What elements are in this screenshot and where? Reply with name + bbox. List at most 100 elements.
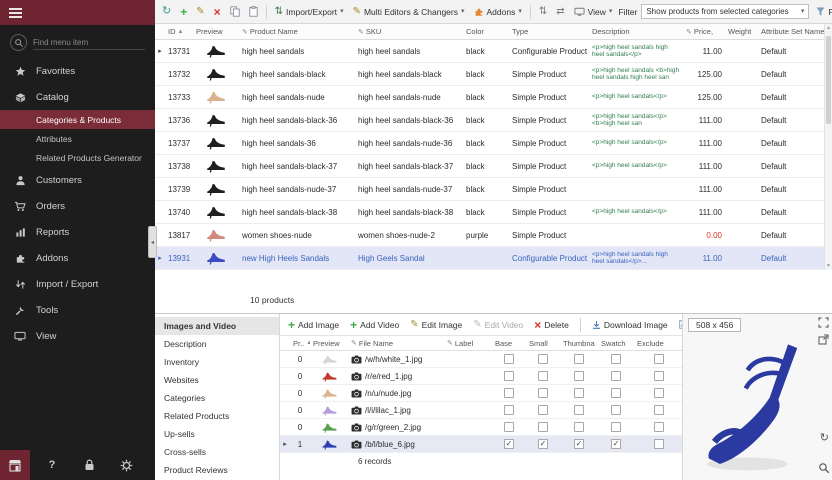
- column-header-product-name[interactable]: ✎Product Name: [239, 27, 355, 36]
- tab-up-sells[interactable]: Up-sells: [155, 425, 279, 443]
- menu-search-input[interactable]: [33, 36, 145, 50]
- tab-related-products[interactable]: Related Products: [155, 407, 279, 425]
- checkbox-thumbnail[interactable]: [574, 422, 584, 432]
- scrollbar-thumb[interactable]: [826, 36, 831, 124]
- checkbox-swatch[interactable]: ✓: [611, 439, 621, 449]
- lock-button[interactable]: [74, 450, 104, 480]
- product-row[interactable]: 13737high heel sandals-36high heel sanda…: [155, 132, 832, 155]
- checkbox-swatch[interactable]: [611, 354, 621, 364]
- copy-button[interactable]: [227, 4, 243, 19]
- checkbox-thumbnail[interactable]: [574, 405, 584, 415]
- product-row[interactable]: 13817women shoes-nudewomen shoes-nude-2p…: [155, 224, 832, 247]
- filters-button[interactable]: Filters ▾: [813, 5, 832, 19]
- category-filter-select[interactable]: Show products from selected categories ▾: [641, 4, 809, 19]
- import-export-menu[interactable]: ⇅ Import/Export ▾: [272, 5, 347, 19]
- product-row[interactable]: 13740high heel sandals-black-38high heel…: [155, 201, 832, 224]
- image-row[interactable]: 0/n/u/nude.jpg: [280, 385, 682, 402]
- edit-video-button[interactable]: ✎Edit Video: [471, 319, 525, 331]
- paste-button[interactable]: [246, 4, 261, 19]
- sidebar-item-related-products-generator[interactable]: Related Products Generator: [0, 148, 155, 167]
- column-header-weight[interactable]: Weight: [725, 27, 758, 36]
- checkbox-base[interactable]: [504, 405, 514, 415]
- checkbox-exclude[interactable]: [654, 354, 664, 364]
- tab-description[interactable]: Description: [155, 335, 279, 353]
- checkbox-thumbnail[interactable]: [574, 354, 584, 364]
- sidebar-item-catalog[interactable]: Catalog: [0, 84, 155, 110]
- tab-images-and-video[interactable]: Images and Video: [155, 317, 279, 335]
- product-row[interactable]: ▸13931new High Heels SandalsHigh Geels S…: [155, 247, 832, 270]
- column-header-base[interactable]: Base: [492, 339, 526, 348]
- sidebar-item-addons[interactable]: Addons: [0, 245, 155, 271]
- checkbox-small[interactable]: ✓: [538, 439, 548, 449]
- column-header-attribute-set-name[interactable]: Attribute Set Name: [758, 27, 824, 36]
- product-image-preview[interactable]: [689, 336, 818, 476]
- add-image-button[interactable]: +Add Image: [286, 318, 341, 332]
- image-row[interactable]: 0/l/i/lilac_1.jpg: [280, 402, 682, 419]
- checkbox-base[interactable]: [504, 354, 514, 364]
- column-header-exclude[interactable]: Exclude: [634, 339, 683, 348]
- add-video-button[interactable]: +Add Video: [348, 318, 401, 332]
- vertical-scrollbar[interactable]: ▲ ▼: [824, 24, 832, 270]
- column-header-sku[interactable]: ✎SKU: [355, 27, 463, 36]
- sidebar-item-view[interactable]: View: [0, 323, 155, 349]
- sidebar-item-tools[interactable]: Tools: [0, 297, 155, 323]
- sidebar-collapse-handle[interactable]: ◂: [148, 226, 157, 258]
- product-row[interactable]: 13736high heel sandals-black-36high heel…: [155, 109, 832, 132]
- checkbox-small[interactable]: [538, 371, 548, 381]
- checkbox-base[interactable]: [504, 422, 514, 432]
- refresh-button[interactable]: ↻: [159, 4, 174, 19]
- view-menu[interactable]: View ▾: [571, 5, 616, 19]
- sidebar-item-customers[interactable]: Customers: [0, 167, 155, 193]
- checkbox-exclude[interactable]: [654, 422, 664, 432]
- edit-product-button[interactable]: ✎: [193, 5, 207, 19]
- column-header-file-name[interactable]: ✎File Name: [348, 339, 444, 348]
- sidebar-item-reports[interactable]: Reports: [0, 219, 155, 245]
- set-resize-rule-button[interactable]: Set Resize Rule ▾: [677, 319, 682, 331]
- store-button[interactable]: [0, 450, 30, 480]
- tab-product-reviews[interactable]: Product Reviews: [155, 461, 279, 479]
- hamburger-menu-icon[interactable]: [9, 8, 22, 18]
- columns-button[interactable]: ⇄: [553, 5, 567, 19]
- checkbox-small[interactable]: [538, 354, 548, 364]
- delete-product-button[interactable]: ×: [211, 4, 224, 20]
- checkbox-swatch[interactable]: [611, 405, 621, 415]
- product-row[interactable]: 13732high heel sandals-blackhigh heel sa…: [155, 63, 832, 86]
- checkbox-thumbnail[interactable]: [574, 371, 584, 381]
- sidebar-item-favorites[interactable]: Favorites: [0, 58, 155, 84]
- checkbox-swatch[interactable]: [611, 422, 621, 432]
- checkbox-thumbnail[interactable]: ✓: [574, 439, 584, 449]
- column-header-label[interactable]: ✎Label: [444, 339, 492, 348]
- checkbox-swatch[interactable]: [611, 388, 621, 398]
- image-row[interactable]: ▸1/b/l/blue_6.jpg✓✓✓✓: [280, 436, 682, 453]
- image-row[interactable]: 0/r/e/red_1.jpg: [280, 368, 682, 385]
- checkbox-exclude[interactable]: [654, 439, 664, 449]
- checkbox-small[interactable]: [538, 405, 548, 415]
- download-image-button[interactable]: Download Image: [590, 319, 670, 331]
- checkbox-base[interactable]: ✓: [504, 439, 514, 449]
- edit-image-button[interactable]: ✎Edit Image: [408, 319, 464, 331]
- settings-button[interactable]: [111, 450, 141, 480]
- column-header-preview[interactable]: Preview: [310, 339, 348, 348]
- column-header-id[interactable]: ID▲: [165, 27, 193, 36]
- product-row[interactable]: 13739high heel sandals-nude-37high heel …: [155, 178, 832, 201]
- column-header-type[interactable]: Type: [509, 27, 589, 36]
- checkbox-small[interactable]: [538, 422, 548, 432]
- zoom-button[interactable]: [818, 462, 830, 476]
- scroll-down-icon[interactable]: ▼: [825, 263, 832, 269]
- checkbox-small[interactable]: [538, 388, 548, 398]
- sidebar-item-orders[interactable]: Orders: [0, 193, 155, 219]
- product-row[interactable]: 13733high heel sandals-nudehigh heel san…: [155, 86, 832, 109]
- sidebar-item-attributes[interactable]: Attributes: [0, 129, 155, 148]
- image-row[interactable]: 0/w/h/white_1.jpg: [280, 351, 682, 368]
- scroll-up-icon[interactable]: ▲: [825, 25, 832, 31]
- product-row[interactable]: ▸13731high heel sandalshigh heel sandals…: [155, 40, 832, 63]
- sort-toggle-button[interactable]: ⇅: [536, 5, 550, 19]
- column-header-preview[interactable]: Preview: [193, 27, 239, 36]
- checkbox-base[interactable]: [504, 371, 514, 381]
- sidebar-item-import-export[interactable]: Import / Export: [0, 271, 155, 297]
- column-header-description[interactable]: Description: [589, 27, 683, 36]
- checkbox-exclude[interactable]: [654, 388, 664, 398]
- column-header-thumbna[interactable]: Thumbna: [560, 339, 598, 348]
- checkbox-thumbnail[interactable]: [574, 388, 584, 398]
- checkbox-exclude[interactable]: [654, 405, 664, 415]
